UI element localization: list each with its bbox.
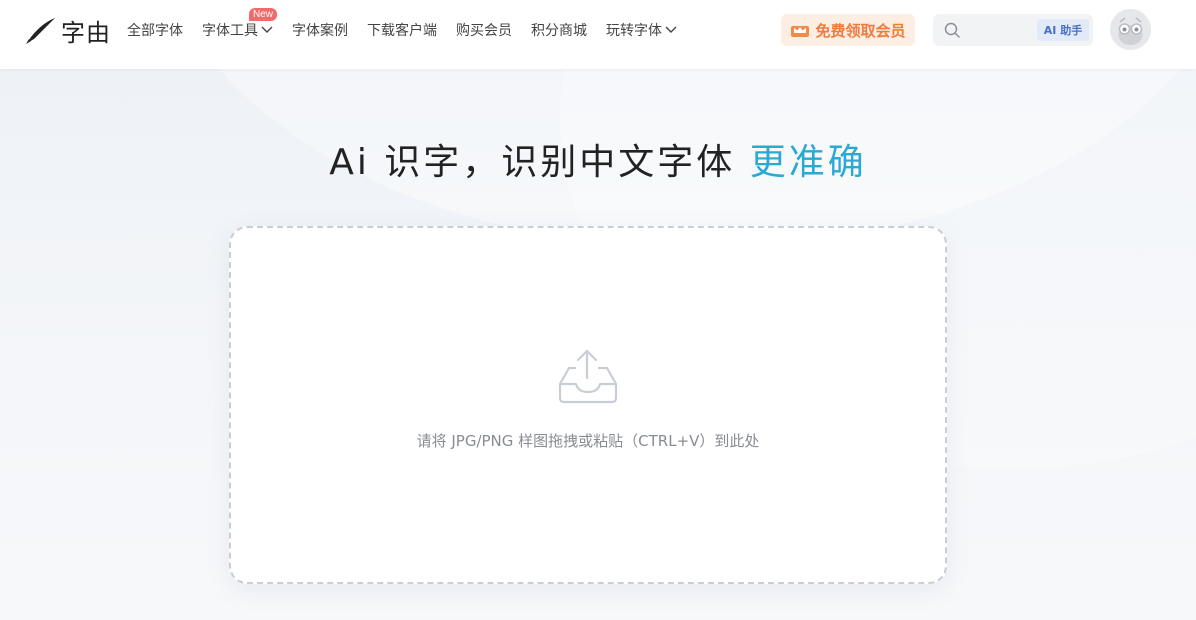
site-logo[interactable]: 字由: [25, 14, 111, 47]
nav-label: 全部字体: [127, 23, 183, 39]
ai-assistant-button[interactable]: AI 助手: [1037, 19, 1089, 41]
logo-text: 字由: [61, 18, 111, 47]
main-nav: 全部字体 字体工具 New 字体案例 下载客户端 购买会员 积分商城 玩转字体: [127, 0, 696, 60]
headline-text: Ai 识字，识别中文字体: [329, 142, 750, 183]
top-header: 字由 全部字体 字体工具 New 字体案例 下载客户端 购买会员 积分商城 玩转…: [0, 0, 1196, 69]
nav-font-cases[interactable]: 字体案例: [292, 20, 348, 40]
nav-all-fonts[interactable]: 全部字体: [127, 20, 183, 40]
search-icon[interactable]: [943, 21, 961, 43]
nav-label: 积分商城: [531, 23, 587, 39]
dropzone-hint: 请将 JPG/PNG 样图拖拽或粘贴（CTRL+V）到此处: [416, 432, 760, 450]
avatar-icon: [1110, 9, 1151, 50]
nav-play-fonts[interactable]: 玩转字体: [606, 20, 677, 40]
page-title: Ai 识字，识别中文字体 更准确: [0, 133, 1196, 185]
vip-button-label: 免费领取会员: [815, 21, 906, 40]
nav-label: 字体案例: [292, 23, 348, 39]
upload-tray-icon: [558, 348, 618, 408]
avatar[interactable]: [1110, 9, 1151, 50]
nav-label: 字体工具: [202, 23, 258, 39]
nav-label: 玩转字体: [606, 23, 662, 39]
headline-accent: 更准确: [749, 142, 867, 183]
crown-icon: [790, 22, 810, 38]
nav-points-mall[interactable]: 积分商城: [531, 20, 587, 40]
nav-buy-membership[interactable]: 购买会员: [456, 20, 512, 40]
nav-label: 购买会员: [456, 23, 512, 39]
chevron-down-icon: [261, 22, 273, 38]
nav-label: 下载客户端: [367, 23, 437, 39]
nav-download-client[interactable]: 下载客户端: [367, 20, 437, 40]
brush-logo-icon: [25, 15, 57, 45]
search-input[interactable]: [965, 18, 1035, 42]
nav-font-tools[interactable]: 字体工具 New: [202, 8, 277, 40]
free-vip-button[interactable]: 免费领取会员: [781, 14, 915, 46]
chevron-down-icon: [665, 22, 677, 38]
upload-dropzone[interactable]: 请将 JPG/PNG 样图拖拽或粘贴（CTRL+V）到此处: [229, 226, 947, 584]
new-badge: New: [248, 8, 277, 21]
